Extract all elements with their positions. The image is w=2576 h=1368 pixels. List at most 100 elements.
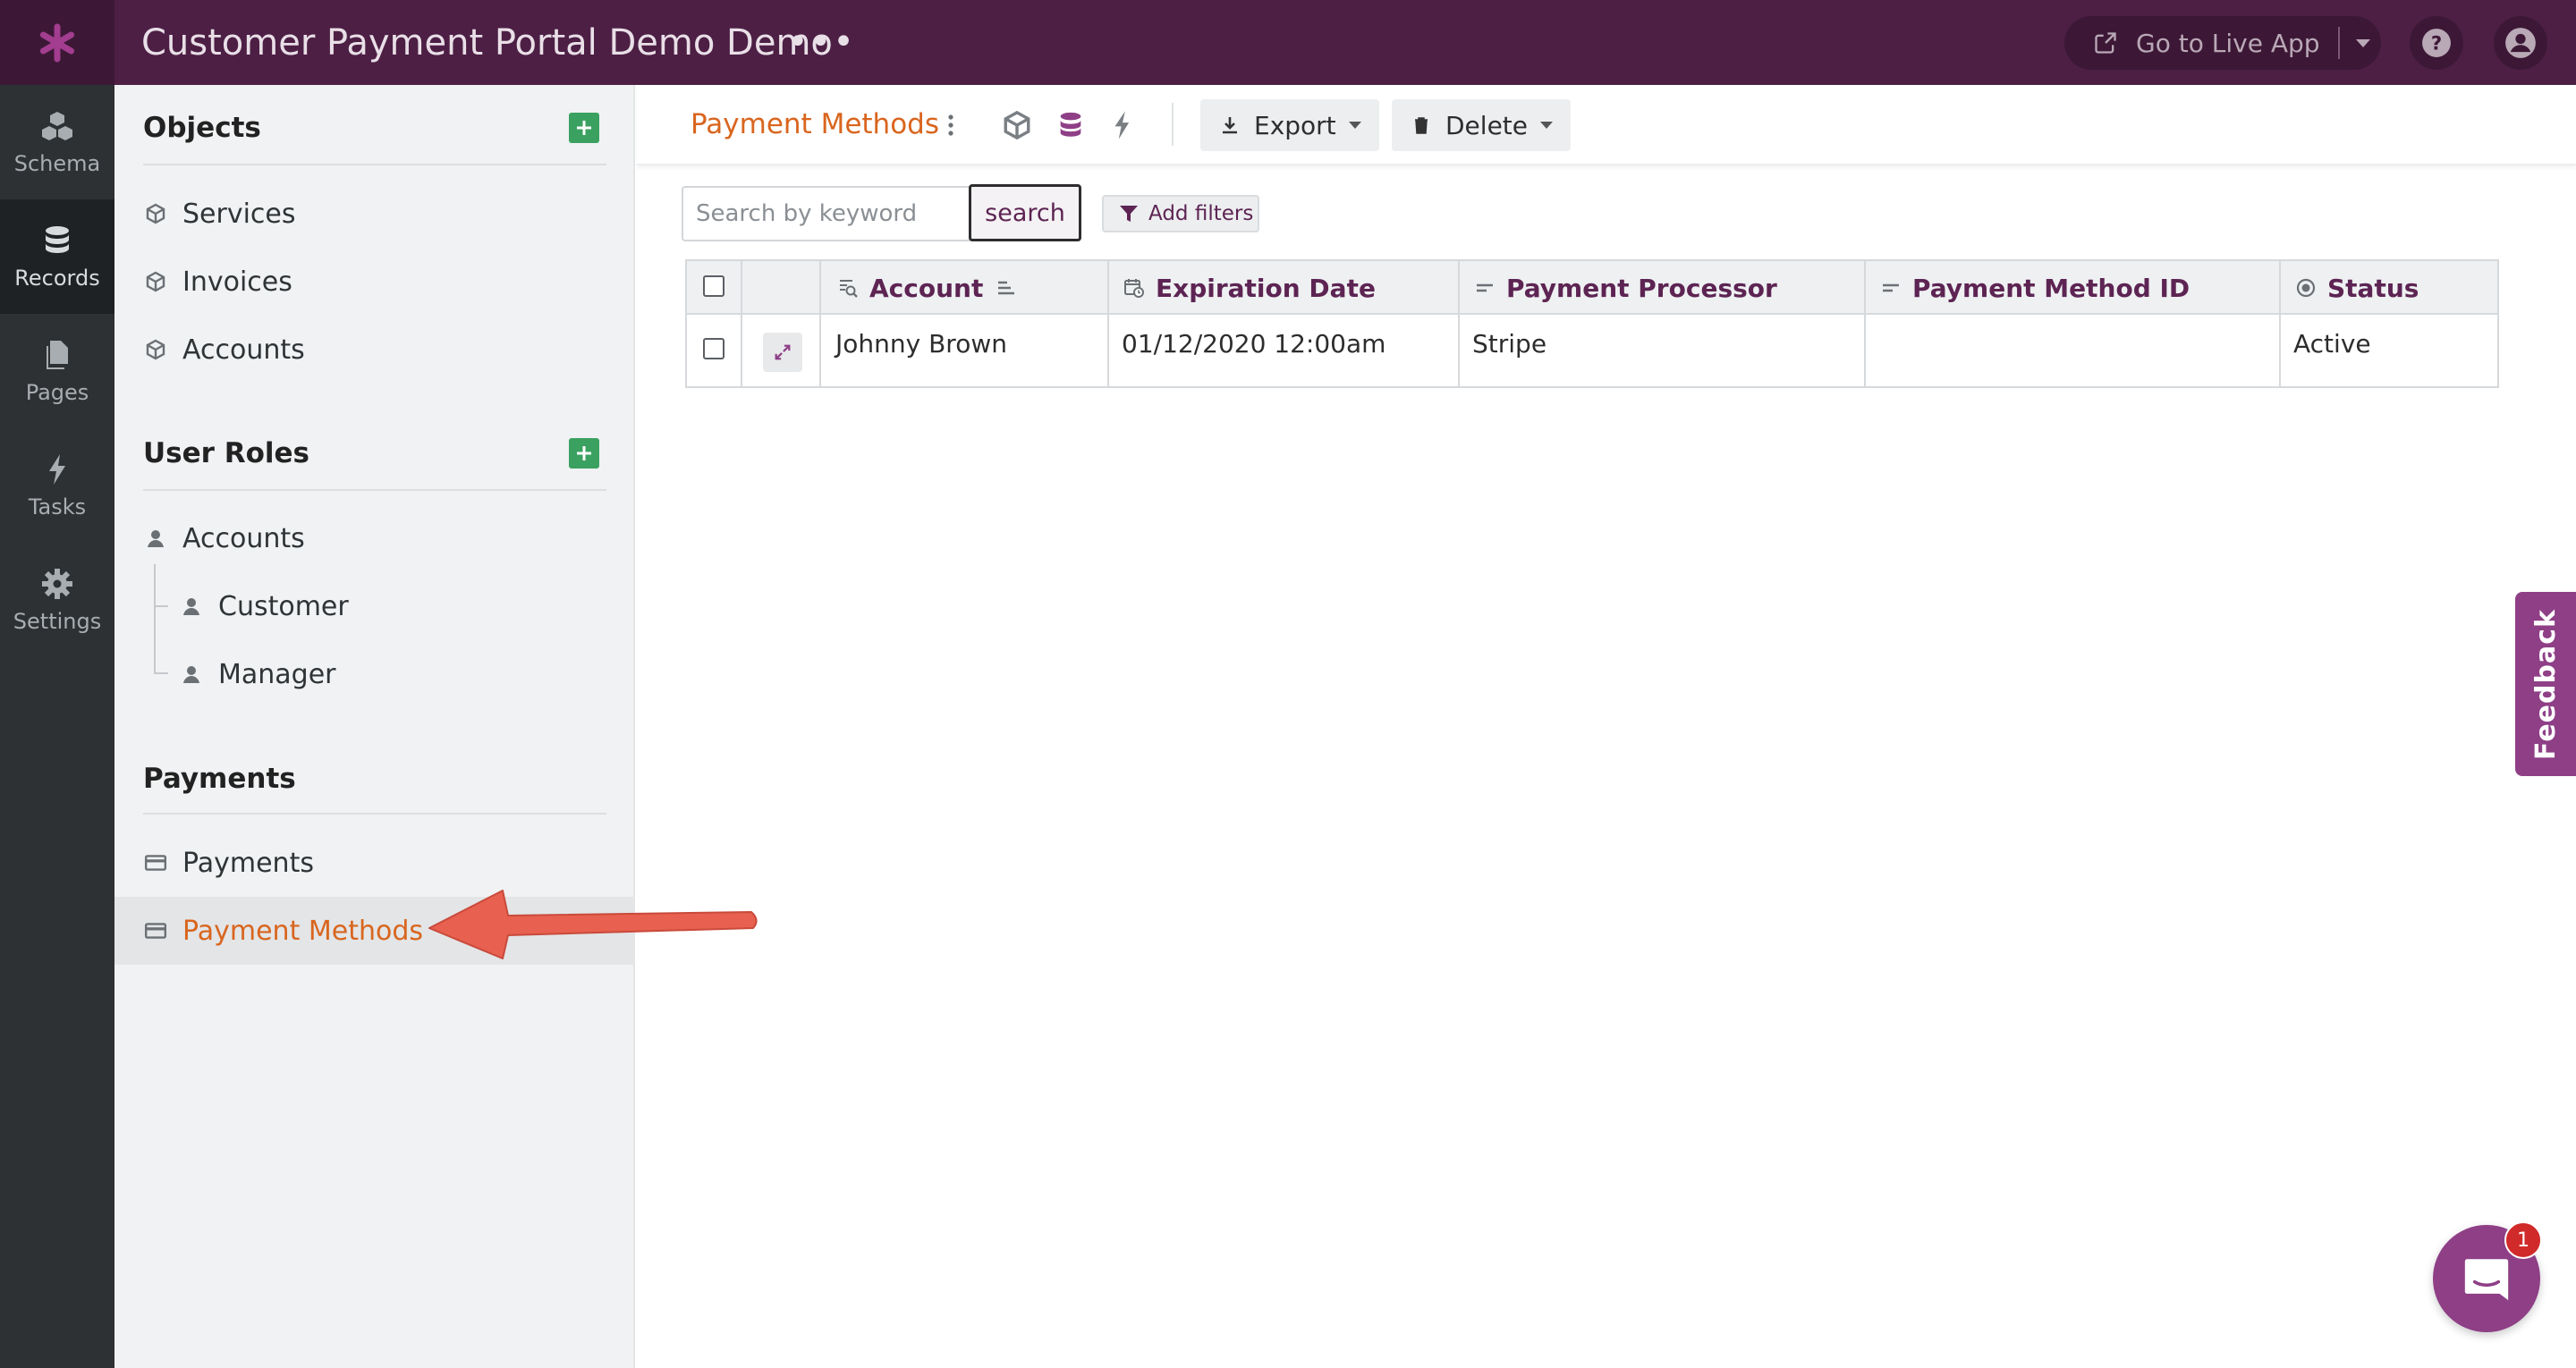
sidebar-item-accounts[interactable]: Accounts: [114, 316, 633, 384]
live-app-label: Go to Live App: [2136, 28, 2320, 58]
go-to-live-app-button[interactable]: Go to Live App: [2064, 16, 2381, 70]
rail-item-schema[interactable]: Schema: [0, 85, 114, 199]
column-divider: [1107, 261, 1109, 386]
add-user-role-button[interactable]: [569, 438, 599, 469]
database-icon: [46, 226, 69, 253]
short-text-icon: [1883, 283, 1899, 292]
plus-icon: [577, 121, 591, 135]
section-title-payments: Payments: [143, 763, 296, 795]
sidebar-item-role-customer[interactable]: Customer: [114, 572, 633, 640]
tree-connector: [154, 564, 156, 673]
user-icon: [143, 526, 168, 551]
export-button[interactable]: Export: [1200, 99, 1379, 151]
sidebar-item-label: Accounts: [182, 334, 305, 366]
cell-expiration-date[interactable]: 01/12/2020 12:00am: [1122, 329, 1385, 359]
chevron-down-icon: [1348, 122, 1361, 129]
sort-icon[interactable]: [996, 277, 1017, 299]
divider: [143, 813, 606, 815]
cell-status[interactable]: Active: [2293, 329, 2371, 359]
divider: [143, 164, 606, 165]
help-button[interactable]: ?: [2410, 16, 2463, 70]
column-header-payment-processor[interactable]: Payment Processor: [1474, 274, 1777, 303]
row-checkbox[interactable]: [703, 338, 724, 359]
delete-label: Delete: [1445, 110, 1528, 140]
column-label: Status: [2327, 273, 2419, 303]
sidebar-item-role-accounts[interactable]: Accounts: [114, 504, 633, 572]
column-divider: [819, 261, 821, 386]
cube-icon: [143, 201, 168, 226]
rail-label: Pages: [25, 380, 89, 405]
delete-button[interactable]: Delete: [1392, 99, 1571, 151]
sidebar-item-label: Customer: [218, 590, 349, 622]
sidebar-item-label: Payment Methods: [182, 915, 424, 947]
plus-icon: [577, 446, 591, 460]
expand-record-button[interactable]: [763, 333, 802, 372]
user-avatar-icon: [2505, 28, 2536, 58]
cube-icon: [143, 337, 168, 362]
user-account-button[interactable]: [2494, 16, 2547, 70]
feedback-label: Feedback: [2529, 608, 2562, 760]
add-object-button[interactable]: [569, 113, 599, 143]
cube-icon: [143, 269, 168, 294]
divider: [1172, 103, 1174, 146]
cell-account[interactable]: Johnny Brown: [835, 329, 1007, 359]
app-title: Customer Payment Portal Demo Demo: [141, 22, 833, 63]
records-table: Account Expiration Date Payment Processo…: [685, 259, 2499, 388]
schema-cube-icon[interactable]: [1002, 110, 1032, 140]
column-header-account[interactable]: Account: [837, 273, 1028, 303]
sidebar-item-services[interactable]: Services: [114, 180, 633, 248]
pages-icon: [47, 341, 68, 369]
kebab-menu-icon[interactable]: [946, 112, 955, 139]
search-button[interactable]: search: [969, 184, 1081, 241]
download-icon: [1223, 117, 1237, 134]
expand-icon: [775, 344, 791, 360]
sidebar-item-invoices[interactable]: Invoices: [114, 248, 633, 316]
feedback-tab[interactable]: Feedback: [2515, 592, 2576, 776]
rail-label: Settings: [13, 609, 102, 634]
left-rail: Schema Records Pages Tasks Settings: [0, 85, 114, 1368]
calendar-clock-icon: [1124, 279, 1144, 298]
more-options-button[interactable]: •••: [787, 20, 856, 64]
rail-label: Schema: [13, 151, 101, 176]
lightning-icon[interactable]: [1107, 110, 1138, 140]
add-filters-button[interactable]: Add filters: [1102, 195, 1259, 232]
column-label: Expiration Date: [1156, 273, 1376, 303]
user-icon: [179, 594, 204, 619]
database-icon[interactable]: [1055, 110, 1086, 140]
search-input[interactable]: [682, 186, 970, 241]
column-header-status[interactable]: Status: [2295, 273, 2419, 303]
column-header-expiration-date[interactable]: Expiration Date: [1123, 273, 1376, 303]
column-header-payment-method-id[interactable]: Payment Method ID: [1880, 274, 2190, 303]
rail-label: Records: [14, 266, 100, 291]
filter-icon: [1120, 206, 1138, 222]
chevron-down-icon[interactable]: [2355, 38, 2370, 47]
radio-icon: [2296, 278, 2316, 298]
column-label: Account: [869, 273, 984, 303]
help-icon: ?: [2422, 29, 2451, 57]
app-logo[interactable]: [0, 0, 114, 85]
svg-text:?: ?: [2431, 32, 2442, 55]
tree-connector: [154, 672, 168, 674]
sidebar-item-label: Accounts: [182, 522, 305, 554]
select-all-checkbox[interactable]: [703, 275, 724, 297]
short-text-icon: [1477, 283, 1493, 292]
user-icon: [179, 662, 204, 687]
rail-item-settings[interactable]: Settings: [0, 543, 114, 657]
asterisk-logo-icon: [39, 23, 75, 62]
add-filters-label: Add filters: [1148, 202, 1254, 225]
column-divider: [1864, 261, 1866, 386]
gear-icon: [42, 569, 72, 599]
export-label: Export: [1254, 110, 1336, 140]
top-bar: Customer Payment Portal Demo Demo ••• Go…: [0, 0, 2576, 85]
records-toolbar: Payment Methods Export Delete: [637, 85, 2576, 165]
schema-cubes-icon: [42, 112, 72, 140]
rail-item-tasks[interactable]: Tasks: [0, 428, 114, 543]
rail-item-records[interactable]: Records: [0, 199, 114, 314]
cell-payment-processor[interactable]: Stripe: [1472, 329, 1546, 359]
sidebar-item-role-manager[interactable]: Manager: [114, 640, 633, 708]
sidebar-item-label: Services: [182, 198, 296, 230]
sidebar-item-label: Manager: [218, 658, 336, 690]
sidebar-item-label: Invoices: [182, 266, 292, 298]
rail-item-pages[interactable]: Pages: [0, 314, 114, 428]
tree-connector: [154, 605, 168, 607]
